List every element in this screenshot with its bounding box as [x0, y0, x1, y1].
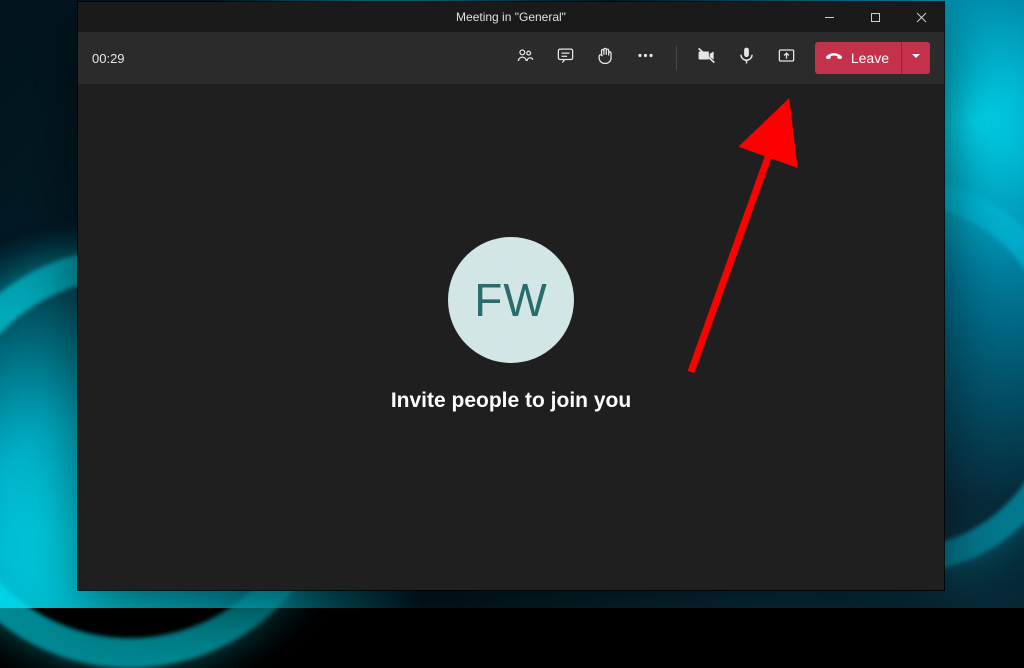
people-button[interactable] [508, 40, 544, 76]
hang-up-icon [825, 48, 843, 69]
raise-hand-button[interactable] [588, 40, 624, 76]
avatar-initials: FW [474, 273, 548, 327]
toolbar-separator [676, 46, 677, 70]
microphone-icon [737, 46, 756, 70]
chat-icon [556, 46, 575, 70]
share-screen-icon [777, 46, 796, 70]
microphone-toggle-button[interactable] [729, 40, 765, 76]
leave-button[interactable]: Leave [815, 42, 901, 74]
leave-control: Leave [815, 42, 930, 74]
titlebar: Meeting in "General" [78, 2, 944, 32]
meeting-timer: 00:29 [92, 51, 125, 66]
annotation-arrow [653, 92, 893, 392]
chevron-down-icon [910, 49, 922, 67]
teams-meeting-window: Meeting in "General" 00:29 [78, 2, 944, 590]
window-controls [806, 2, 944, 32]
people-icon [516, 46, 535, 70]
invite-prompt: Invite people to join you [391, 389, 631, 413]
meeting-stage: FW Invite people to join you [78, 84, 944, 590]
chat-button[interactable] [548, 40, 584, 76]
maximize-button[interactable] [852, 2, 898, 32]
toolbar-icon-group [508, 40, 805, 76]
minimize-button[interactable] [806, 2, 852, 32]
share-screen-button[interactable] [769, 40, 805, 76]
camera-off-icon [697, 46, 716, 70]
leave-label: Leave [851, 50, 889, 66]
raise-hand-icon [596, 46, 615, 70]
more-options-icon [636, 46, 655, 70]
leave-options-button[interactable] [901, 42, 930, 74]
camera-toggle-button[interactable] [689, 40, 725, 76]
avatar: FW [448, 237, 574, 363]
meeting-toolbar: 00:29 [78, 32, 944, 84]
close-button[interactable] [898, 2, 944, 32]
more-options-button[interactable] [628, 40, 664, 76]
